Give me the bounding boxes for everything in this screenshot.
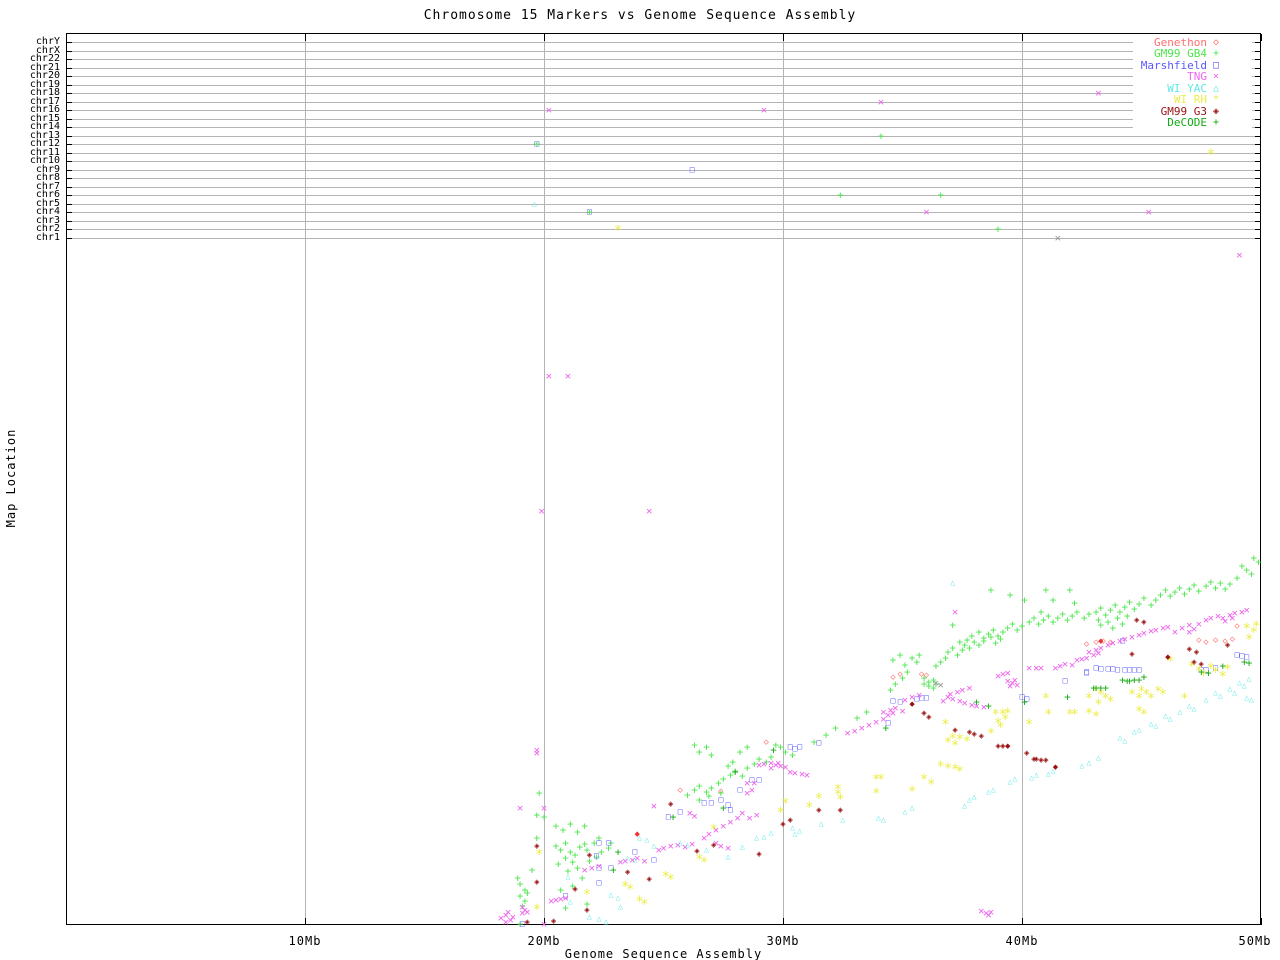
legend-row-gm99-g3: GM99 G3 ◈ bbox=[1120, 106, 1252, 117]
legend-label: Marshfield bbox=[1140, 58, 1207, 72]
legend-row-gm99-gb4: GM99 GB4 + bbox=[1120, 48, 1252, 59]
legend: Genethon ◇ GM99 GB4 + Marshfield □ TNG × WI YAC △… bbox=[0, 0, 1280, 960]
plus-legend-icon: + bbox=[1212, 48, 1220, 59]
x-legend-icon: × bbox=[1212, 71, 1220, 82]
legend-row-decode: DeCODE + bbox=[1120, 117, 1252, 128]
legend-label: DeCODE bbox=[1167, 116, 1207, 129]
triangle-open-legend-icon: △ bbox=[1212, 82, 1220, 94]
legend-label: GM99 G3 bbox=[1160, 104, 1207, 118]
star-legend-icon: * bbox=[1212, 94, 1220, 105]
plus-legend-icon: + bbox=[1212, 117, 1220, 128]
legend-label: WI YAC bbox=[1167, 81, 1207, 95]
legend-row-wi-rh: WI RH * bbox=[1120, 94, 1252, 105]
legend-label: WI RH bbox=[1173, 93, 1207, 106]
chart-canvas: Chromosome 15 Markers vs Genome Sequence… bbox=[0, 0, 1280, 960]
x-axis-label: Genome Sequence Assembly bbox=[564, 947, 763, 960]
diamond-dot-legend-icon: ◈ bbox=[1212, 105, 1220, 117]
legend-row-genethon: Genethon ◇ bbox=[1120, 37, 1252, 48]
legend-label: Genethon bbox=[1154, 35, 1207, 49]
square-open-legend-icon: □ bbox=[1212, 59, 1220, 71]
legend-label: GM99 GB4 bbox=[1154, 47, 1207, 60]
legend-row-wi-yac: WI YAC △ bbox=[1120, 83, 1252, 94]
legend-label: TNG bbox=[1187, 70, 1207, 83]
legend-row-tng: TNG × bbox=[1120, 71, 1252, 82]
legend-row-marshfield: Marshfield □ bbox=[1120, 60, 1252, 71]
diamond-open-legend-icon: ◇ bbox=[1212, 36, 1220, 48]
